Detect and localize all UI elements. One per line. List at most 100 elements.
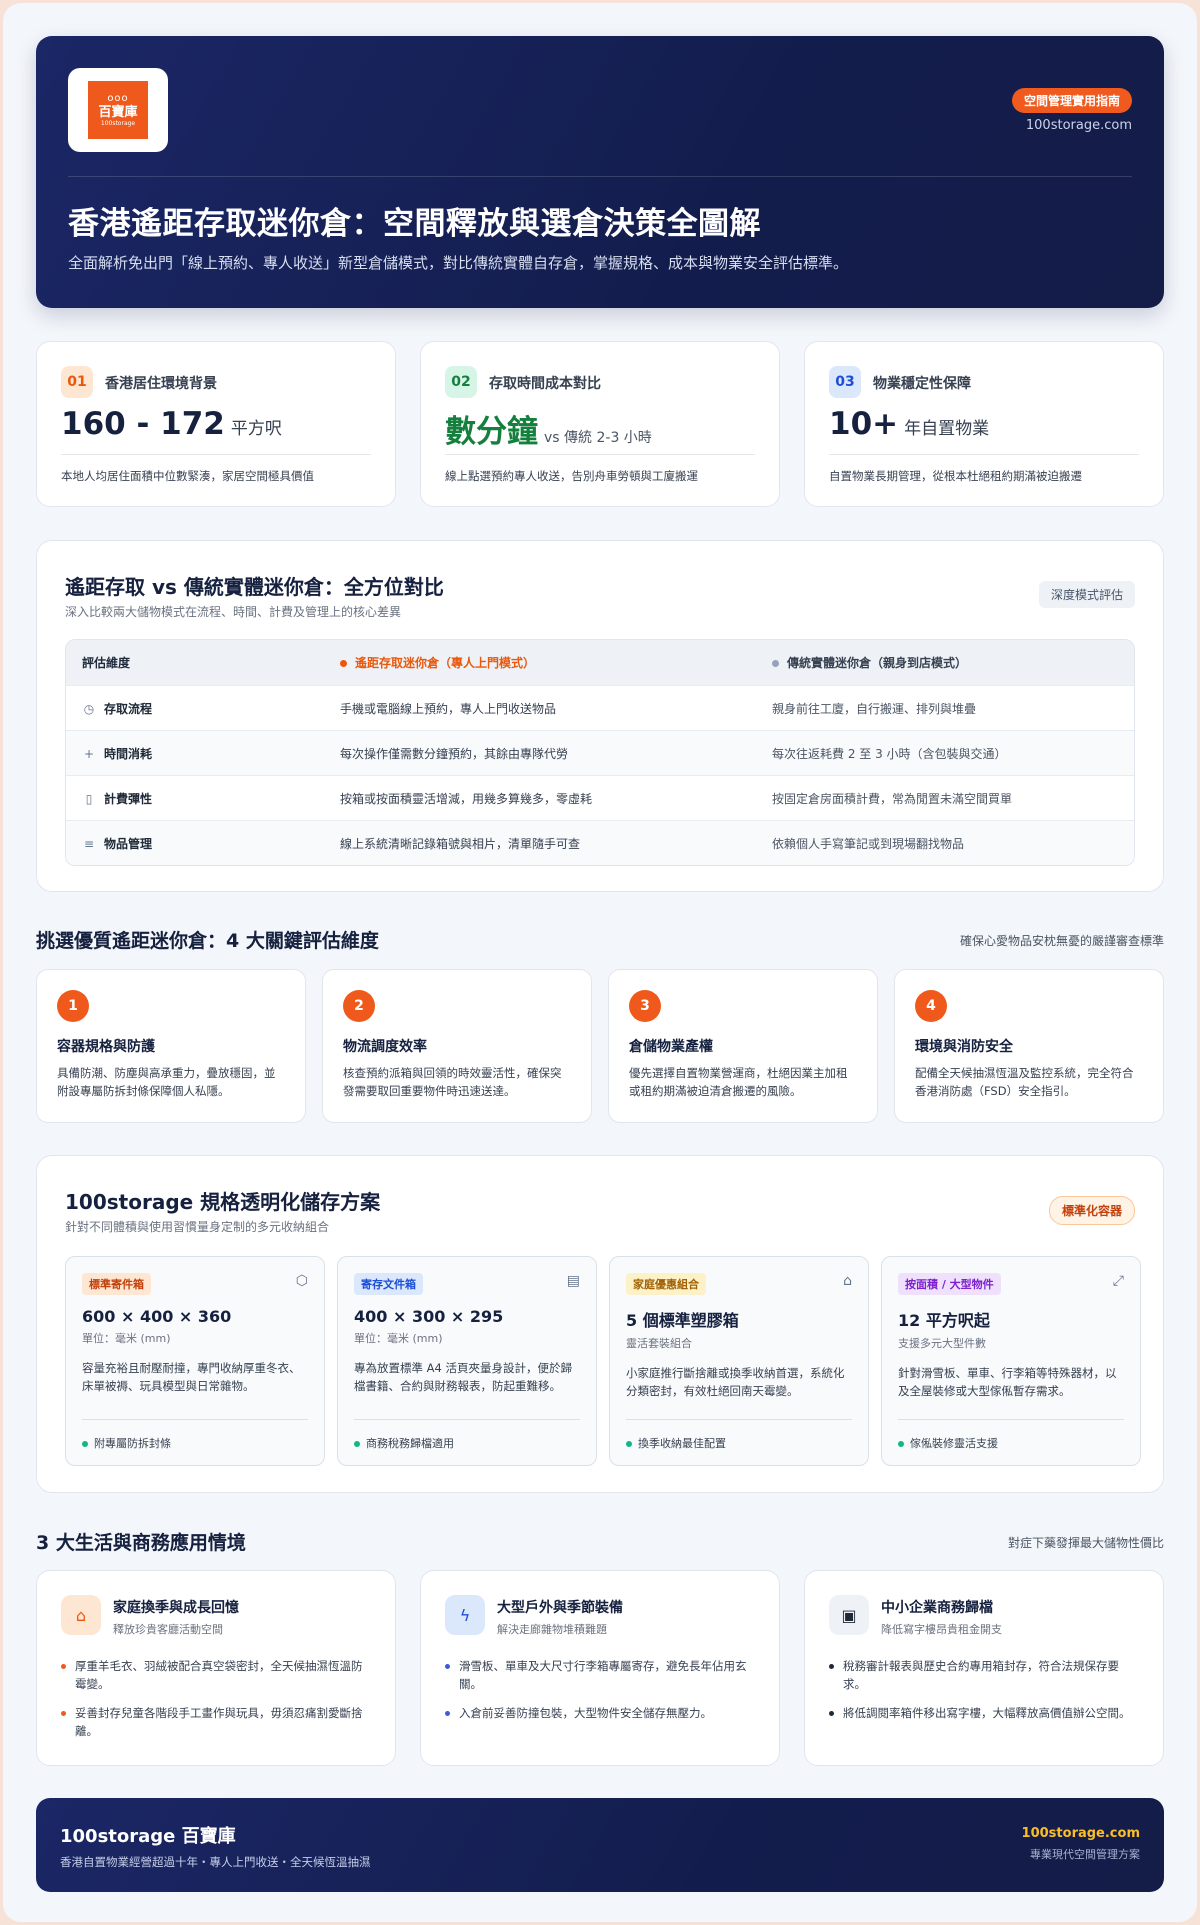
logo-en: 100storage xyxy=(100,119,136,127)
footer-brand: 100storage 百寶庫 xyxy=(60,1826,236,1847)
plan-card[interactable]: 家庭優惠組合 ⌂ 5 個標準塑膠箱 靈活套裝組合 小家庭推行斷捨離或換季收納首選… xyxy=(609,1256,869,1466)
list-item: 滑雪板、單車及大尺寸行李箱專屬寄存，避免長年佔用玄關。 xyxy=(445,1657,755,1694)
scenario-card-outdoor: ϟ 大型戶外與季節裝備 解決走廊雜物堆積難題 滑雪板、單車及大尺寸行李箱專屬寄存… xyxy=(420,1570,780,1766)
plan-tag: 寄存文件箱 xyxy=(354,1273,423,1295)
scenario-points: 稅務審計報表與歷史合約專用箱封存，符合法規保存要求。 將低調閱率箱件移出寫字樓，… xyxy=(829,1657,1139,1732)
stat-label: 存取時間成本對比 xyxy=(489,376,601,392)
plans-title: 100storage 規格透明化儲存方案 xyxy=(65,1190,381,1214)
logo-box[interactable]: ooo 百寶庫 100storage xyxy=(68,68,168,152)
plan-feature: 附專屬防拆封條 xyxy=(82,1435,171,1451)
plan-card[interactable]: 標準寄件箱 ⬡ 600 × 400 × 360 單位：毫米 (mm) 容量充裕且… xyxy=(65,1256,325,1466)
stat-note: 自置物業長期管理，從根本杜絕租約期滿被迫搬遷 xyxy=(829,469,1082,483)
hero-site-link[interactable]: 100storage.com xyxy=(1026,118,1132,133)
list-item: 厚重羊毛衣、羽絨被配合真空袋密封，全天候抽濕恆溫防霉變。 xyxy=(61,1657,371,1694)
cell-traditional: 親身前往工廈，自行搬運、排列與堆疊 xyxy=(772,701,977,716)
scenario-title: 大型戶外與季節裝備 xyxy=(497,1600,623,1616)
plan-feature: 商務稅務歸檔適用 xyxy=(354,1435,454,1451)
stat-card-property: 03 物業穩定性保障 10+ 年自置物業 自置物業長期管理，從根本杜絕租約期滿被迫… xyxy=(804,341,1164,507)
eval-card: 4 環境與消防安全 配備全天候抽濕恆溫及監控系統，完全符合香港消防處（FSD）安… xyxy=(894,969,1164,1123)
plan-desc: 專為放置標準 A4 活頁夾量身設計，便於歸檔書籍、合約與財務報表，防起重難移。 xyxy=(354,1361,572,1393)
calculator-icon: ▯ xyxy=(85,791,93,806)
plans-tag: 標準化容器 xyxy=(1048,1196,1135,1225)
stat-number: 02 xyxy=(445,366,477,398)
plans-subtitle: 針對不同體積與使用習慣量身定制的多元收納組合 xyxy=(65,1220,330,1234)
cell-remote: 每次操作僅需數分鐘預約，其餘由專隊代勞 xyxy=(340,746,569,761)
bag-icon: ⌂ xyxy=(843,1273,852,1289)
plan-desc: 小家庭推行斷捨離或換季收納首選，系統化分類密封，有效杜絕回南天霉變。 xyxy=(626,1366,845,1398)
scenario-title: 家庭換季與成長回憶 xyxy=(113,1600,239,1616)
cell-traditional: 按固定倉房面積計費，常為閒置未滿空間買單 xyxy=(772,791,1013,806)
page: ooo 百寶庫 100storage 空間管理實用指南 100storage.c… xyxy=(3,3,1197,1922)
hero-banner: ooo 百寶庫 100storage 空間管理實用指南 100storage.c… xyxy=(36,36,1164,308)
plan-tag: 家庭優惠組合 xyxy=(626,1273,706,1295)
eval-number: 3 xyxy=(629,990,661,1022)
plans-section: 100storage 規格透明化儲存方案 針對不同體積與使用習慣量身定制的多元收… xyxy=(36,1155,1164,1493)
brand-logo: ooo 百寶庫 100storage xyxy=(88,81,148,139)
plan-spec: 400 × 300 × 295 xyxy=(354,1307,504,1326)
plan-unit: 支援多元大型件數 xyxy=(898,1337,986,1350)
plan-feature: 傢俬裝修靈活支援 xyxy=(898,1435,998,1451)
cell-remote: 按箱或按面積靈活增減，用幾多算幾多，零虛耗 xyxy=(340,791,593,806)
scenario-section-note: 對症下藥發揮最大儲物性價比 xyxy=(1007,1536,1164,1550)
plus-icon: + xyxy=(83,746,95,761)
stat-divider xyxy=(61,454,371,455)
stat-note: 線上點選預約專人收送，告別舟車勞頓與工廈搬運 xyxy=(445,469,698,483)
stat-card-time: 02 存取時間成本對比 數分鐘 vs 傳統 2-3 小時 線上點選預約專人收送，告… xyxy=(420,341,780,507)
eval-section-note: 確保心愛物品安枕無憂的嚴謹審查標準 xyxy=(959,934,1164,948)
plan-card[interactable]: 按面積 / 大型物件 ⤢ 12 平方呎起 支援多元大型件數 針對滑雪板、單車、行… xyxy=(881,1256,1141,1466)
scenario-card-family: ⌂ 家庭換季與成長回憶 釋放珍貴客廳活動空間 厚重羊毛衣、羽絨被配合真空袋密封，… xyxy=(36,1570,396,1766)
content-wrap: ooo 百寶庫 100storage 空間管理實用指南 100storage.c… xyxy=(36,36,1164,1892)
scenario-card-business: ▣ 中小企業商務歸檔 降低寫字樓昂貴租金開支 稅務審計報表與歷史合約專用箱封存，… xyxy=(804,1570,1164,1766)
plan-spec: 5 個標準塑膠箱 xyxy=(626,1311,739,1330)
stat-value: 160 - 172 平方呎 xyxy=(61,406,282,442)
plan-tag: 按面積 / 大型物件 xyxy=(898,1273,1001,1295)
scenario-subtitle: 釋放珍貴客廳活動空間 xyxy=(113,1623,223,1636)
eval-cards: 1 容器規格與防護 具備防潮、防塵與高承重力，疊放穩固，並附設專屬防拆封條保障個… xyxy=(36,969,1164,1123)
header-dimension: 評估維度 xyxy=(82,656,131,670)
plan-spec: 12 平方呎起 xyxy=(898,1311,990,1330)
eval-desc: 優先選擇自置物業營運商，杜絕因業主加租或租約期滿被迫清倉搬遷的風險。 xyxy=(629,1066,848,1099)
footer-site-link[interactable]: 100storage.com xyxy=(1022,1826,1140,1841)
eval-number: 1 xyxy=(57,990,89,1022)
cell-traditional: 每次往返耗費 2 至 3 小時（含包裝與交通） xyxy=(772,746,1007,761)
page-title: 香港遙距存取迷你倉：空間釋放與選倉決策全圖解 xyxy=(68,206,761,242)
stat-divider xyxy=(829,454,1139,455)
document-icon: ▤ xyxy=(566,1273,580,1289)
eval-card: 1 容器規格與防護 具備防潮、防塵與高承重力，疊放穩固，並附設專屬防拆封條保障個… xyxy=(36,969,306,1123)
stat-label: 物業穩定性保障 xyxy=(873,376,971,392)
eval-desc: 配備全天候抽濕恆溫及監控系統，完全符合香港消防處（FSD）安全指引。 xyxy=(915,1066,1134,1099)
eval-title: 容器規格與防護 xyxy=(57,1039,155,1055)
scenario-points: 厚重羊毛衣、羽絨被配合真空袋密封，全天候抽濕恆溫防霉變。 妥善封存兒童各階段手工… xyxy=(61,1657,371,1751)
stat-divider xyxy=(445,454,755,455)
table-row: ≡ 物品管理 線上系統清晰記錄箱號與相片，清單隨手可查 依賴個人手寫筆記或到現場翻… xyxy=(66,820,1134,865)
scenario-points: 滑雪板、單車及大尺寸行李箱專屬寄存，避免長年佔用玄關。 入倉前妥善防撞包裝，大型… xyxy=(445,1657,755,1732)
eval-title: 物流調度效率 xyxy=(343,1039,427,1055)
clock-icon: ◷ xyxy=(83,701,95,716)
scenario-cards: ⌂ 家庭換季與成長回憶 釋放珍貴客廳活動空間 厚重羊毛衣、羽絨被配合真空袋密封，… xyxy=(36,1570,1164,1766)
list-icon: ≡ xyxy=(83,836,95,851)
list-item: 稅務審計報表與歷史合約專用箱封存，符合法規保存要求。 xyxy=(829,1657,1139,1694)
logo-cn: 百寶庫 xyxy=(98,104,138,120)
eval-desc: 具備防潮、防塵與高承重力，疊放穩固，並附設專屬防拆封條保障個人私隱。 xyxy=(57,1066,276,1099)
eval-title: 倉儲物業產權 xyxy=(629,1039,713,1055)
eval-title: 環境與消防安全 xyxy=(915,1039,1013,1055)
list-item: 將低調閱率箱件移出寫字樓，大幅釋放高價值辦公空間。 xyxy=(829,1704,1139,1722)
table-row: ◷ 存取流程 手機或電腦線上預約，專人上門收送物品 親身前往工廈，自行搬運、排列與… xyxy=(66,685,1134,730)
footer-slogan: 專業現代空間管理方案 xyxy=(1030,1848,1140,1861)
bolt-icon: ϟ xyxy=(445,1595,485,1635)
stat-cards: 01 香港居住環境背景 160 - 172 平方呎 本地人均居住面積中位數緊湊，家… xyxy=(36,341,1164,507)
comparison-section: 遙距存取 vs 傳統實體迷你倉：全方位對比 深入比較兩大儲物模式在流程、時間、計… xyxy=(36,540,1164,892)
eval-number: 2 xyxy=(343,990,375,1022)
table-header-row: 評估維度 遙距存取迷你倉（專人上門模式） 傳統實體迷你倉（親身到店模式） xyxy=(66,640,1134,685)
stat-number: 01 xyxy=(61,366,93,398)
stat-card-living: 01 香港居住環境背景 160 - 172 平方呎 本地人均居住面積中位數緊湊，家… xyxy=(36,341,396,507)
stat-label: 香港居住環境背景 xyxy=(105,376,217,392)
stat-number: 03 xyxy=(829,366,861,398)
plan-unit: 靈活套裝組合 xyxy=(626,1337,692,1350)
header-remote: 遙距存取迷你倉（專人上門模式） xyxy=(340,654,535,671)
eval-section-title: 挑選優質遙距迷你倉：4 大關鍵評估維度 xyxy=(36,930,379,952)
stat-value: 數分鐘 vs 傳統 2-3 小時 xyxy=(445,414,652,450)
eval-card: 3 倉儲物業產權 優先選擇自置物業營運商，杜絕因業主加租或租約期滿被迫清倉搬遷的… xyxy=(608,969,878,1123)
plan-card[interactable]: 寄存文件箱 ▤ 400 × 300 × 295 單位：毫米 (mm) 專為放置標… xyxy=(337,1256,597,1466)
box-icon: ⬡ xyxy=(295,1273,308,1289)
